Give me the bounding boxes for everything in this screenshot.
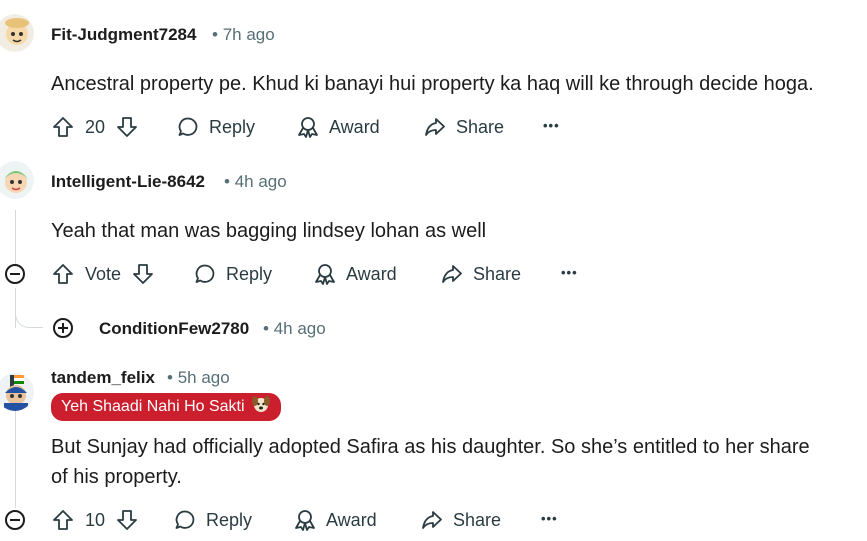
share-button[interactable]: Share — [423, 115, 504, 139]
separator: • — [212, 25, 218, 44]
award-button[interactable]: Award — [293, 508, 377, 532]
comment-body-line: But Sunjay had officially adopted Safira… — [51, 436, 810, 458]
downvote-icon[interactable] — [115, 508, 139, 532]
share-button[interactable]: Share — [440, 262, 521, 286]
award-label: Award — [346, 263, 397, 284]
comment-timestamp[interactable]: 4h ago — [235, 172, 287, 191]
reply-icon — [178, 117, 198, 136]
separator: • — [224, 172, 230, 191]
expand-reply-button[interactable] — [53, 318, 73, 338]
vote-bar: Vote — [51, 262, 155, 286]
comment-body-line: of his property. — [51, 466, 182, 488]
reply-button[interactable]: Reply — [173, 508, 252, 532]
reply-label: Reply — [209, 116, 256, 137]
reply-icon — [195, 264, 215, 283]
comment-body: Ancestral property pe. Khud ki banayi hu… — [51, 73, 814, 95]
award-label: Award — [326, 509, 377, 530]
upvote-icon[interactable] — [51, 115, 75, 139]
comment-author[interactable]: Intelligent-Lie-8642 — [51, 172, 205, 192]
vote-count: 10 — [85, 509, 106, 530]
avatar[interactable] — [0, 373, 34, 411]
collapse-thread-button[interactable] — [5, 510, 25, 530]
downvote-icon[interactable] — [131, 262, 155, 286]
collapsed-reply-author[interactable]: ConditionFew2780 — [99, 319, 249, 339]
avatar[interactable] — [0, 14, 34, 52]
thread-connector — [15, 290, 43, 328]
share-icon — [422, 511, 442, 529]
share-label: Share — [473, 263, 522, 284]
vote-count: 20 — [85, 116, 106, 137]
vote-bar: 20 — [51, 115, 139, 139]
share-icon — [425, 118, 445, 136]
award-label: Award — [329, 116, 380, 137]
share-button[interactable]: Share — [420, 508, 501, 532]
comment-body: But Sunjay had officially adopted Safira… — [51, 432, 861, 492]
reply-icon — [175, 510, 195, 529]
reply-label: Reply — [206, 509, 253, 530]
collapsed-reply-meta: • 4h ago — [263, 319, 326, 339]
reply-button[interactable]: Reply — [176, 115, 255, 139]
vote-bar: 10 — [51, 508, 139, 532]
comment-meta: • 4h ago — [224, 172, 287, 192]
award-button[interactable]: Award — [296, 115, 380, 139]
collapse-thread-button[interactable] — [5, 264, 25, 284]
more-options-button[interactable]: ••• — [541, 511, 558, 526]
thread-line — [15, 410, 16, 508]
comment-body: Yeah that man was bagging lindsey lohan … — [51, 220, 487, 242]
comment-timestamp[interactable]: 4h ago — [274, 319, 326, 338]
reply-label: Reply — [226, 263, 273, 284]
award-button[interactable]: Award — [313, 262, 397, 286]
separator: • — [167, 368, 173, 387]
upvote-icon[interactable] — [51, 508, 75, 532]
comment-author[interactable]: tandem_felix — [51, 368, 155, 388]
share-icon — [442, 265, 462, 283]
upvote-icon[interactable] — [51, 262, 75, 286]
comment-meta: • 7h ago — [212, 25, 275, 45]
avatar[interactable] — [0, 161, 34, 199]
award-icon — [315, 264, 335, 285]
flair-text: Yeh Shaadi Nahi Ho Sakti — [61, 397, 245, 415]
vote-label: Vote — [85, 263, 122, 284]
more-options-button[interactable]: ••• — [543, 118, 560, 133]
comment-author[interactable]: Fit-Judgment7284 — [51, 25, 196, 45]
comment-timestamp[interactable]: 7h ago — [223, 25, 275, 44]
dog-emoji-icon — [251, 395, 271, 418]
award-icon — [295, 510, 315, 531]
award-icon — [298, 117, 318, 138]
share-label: Share — [453, 509, 502, 530]
downvote-icon[interactable] — [115, 115, 139, 139]
comment-meta: • 5h ago — [167, 368, 230, 388]
thread-line — [15, 210, 16, 265]
separator: • — [263, 319, 269, 338]
more-options-button[interactable]: ••• — [561, 265, 578, 280]
comment-timestamp[interactable]: 5h ago — [178, 368, 230, 387]
share-label: Share — [456, 116, 505, 137]
reply-button[interactable]: Reply — [193, 262, 272, 286]
user-flair: Yeh Shaadi Nahi Ho Sakti — [51, 393, 281, 421]
